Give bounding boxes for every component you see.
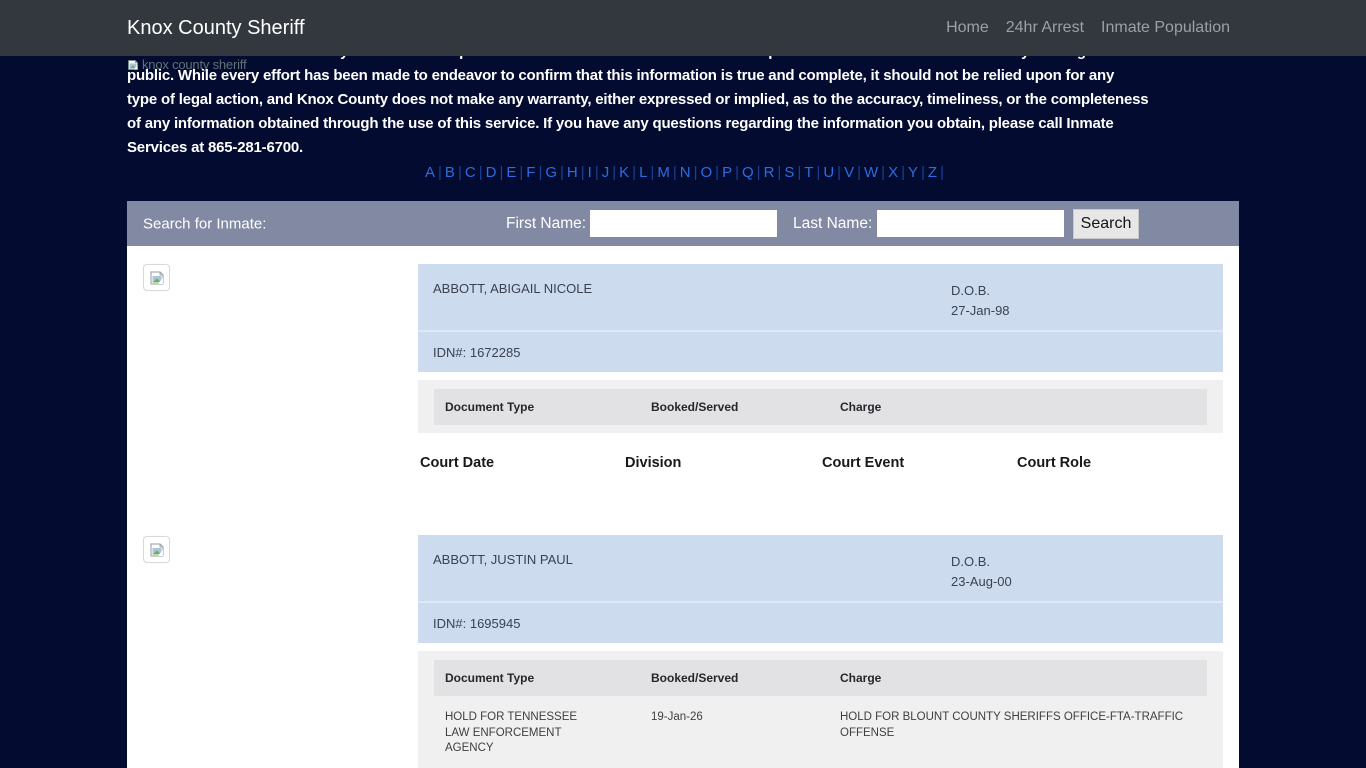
search-button[interactable]: Search: [1073, 209, 1139, 239]
idn-value: IDN#: 1672285: [433, 344, 521, 360]
document-table: Document Type Booked/Served Charge: [418, 380, 1223, 433]
column-charge: Charge: [840, 400, 882, 414]
alphabet-link-x[interactable]: X: [885, 164, 901, 181]
column-booked-served: Booked/Served: [651, 671, 739, 685]
search-title: Search for Inmate:: [143, 215, 267, 232]
first-name-input[interactable]: [590, 210, 777, 237]
alphabet-link-r[interactable]: R: [761, 164, 778, 181]
dob-label: D.O.B.: [951, 283, 991, 298]
alphabet-link-b[interactable]: B: [442, 164, 458, 181]
inmate-idn: IDN#: 1672285: [418, 330, 1223, 372]
dob-value: 23-Aug-00: [951, 574, 1012, 589]
disclaimer-line: type of legal action, and Knox County do…: [127, 91, 1149, 108]
last-name-label: Last Name:: [793, 214, 873, 232]
broken-image-icon: [150, 542, 164, 556]
alphabet-link-e[interactable]: E: [503, 164, 519, 181]
navbar-links: Home 24hr Arrest Inmate Population: [946, 19, 1239, 37]
disclaimer: knox county sheriff DISCLAIMER: The Knox…: [127, 40, 1239, 160]
record-header: ABBOTT, JUSTIN PAUL D.O.B. 23-Aug-00: [418, 535, 1223, 601]
alphabet-link-k[interactable]: K: [616, 164, 632, 181]
cell-booked-served: 19-Jan-26: [651, 711, 703, 723]
alphabet-link-j[interactable]: J: [599, 164, 613, 181]
navbar-brand[interactable]: Knox County Sheriff: [127, 17, 305, 40]
alphabet-link-i[interactable]: I: [585, 164, 595, 181]
nav-link-home[interactable]: Home: [946, 19, 989, 37]
alphabet-link-c[interactable]: C: [462, 164, 479, 181]
column-charge: Charge: [840, 671, 882, 685]
nav-link-inmate-population[interactable]: Inmate Population: [1101, 19, 1230, 37]
disclaimer-line: Services at 865-281-6700.: [127, 139, 303, 156]
table-row: HOLD FOR TENNESSEE LAW ENFORCEMENT AGENC…: [434, 696, 1207, 768]
last-name-input[interactable]: [877, 210, 1064, 237]
alphabet-link-w[interactable]: W: [861, 164, 881, 181]
alphabet-index: A | B | C | D | E | F | G | H | I | J | K | L | M | N | O | P | Q | R | S | T |…: [127, 164, 1239, 183]
alphabet-link-d[interactable]: D: [483, 164, 500, 181]
document-type-value: HOLD FOR TENNESSEE LAW ENFORCEMENT AGENC…: [445, 711, 578, 754]
column-booked-served: Booked/Served: [651, 400, 739, 414]
alphabet-link-g[interactable]: G: [542, 164, 560, 181]
cell-charge: HOLD FOR BLOUNT COUNTY SHERIFFS OFFICE-F…: [840, 711, 1184, 739]
alphabet-link-n[interactable]: N: [677, 164, 694, 181]
idn-value: IDN#: 1695945: [433, 615, 521, 631]
alphabet-link-u[interactable]: U: [820, 164, 837, 181]
alphabet-link-p[interactable]: P: [719, 164, 735, 181]
broken-image-icon: [150, 270, 164, 284]
document-table: Document Type Booked/Served Charge HOLD …: [418, 651, 1223, 768]
alphabet-link-l[interactable]: L: [636, 164, 650, 181]
navbar-container: Knox County Sheriff Home 24hr Arrest Inm…: [127, 0, 1239, 56]
court-table-header: Court Date Division Court Event Court Ro…: [418, 455, 1223, 471]
document-table-header: Document Type Booked/Served Charge: [434, 389, 1207, 425]
disclaimer-line: of any information obtained through the …: [127, 115, 1114, 132]
alphabet-link-o[interactable]: O: [697, 164, 715, 181]
alphabet-link-m[interactable]: M: [654, 164, 673, 181]
first-name-label: First Name:: [506, 214, 587, 232]
inmate-photo-broken-2: [143, 536, 170, 563]
column-court-date: Court Date: [420, 455, 495, 471]
alphabet-link-a[interactable]: A: [422, 164, 438, 181]
inmate-name: ABBOTT, JUSTIN PAUL: [433, 552, 573, 567]
dob-label: D.O.B.: [951, 554, 991, 569]
inmate-idn: IDN#: 1695945: [418, 601, 1223, 643]
alphabet-link-t[interactable]: T: [801, 164, 816, 181]
alphabet-link-q[interactable]: Q: [739, 164, 757, 181]
alphabet-link-z[interactable]: Z: [925, 164, 940, 181]
page-body: knox county sheriff DISCLAIMER: The Knox…: [127, 0, 1239, 768]
inmate-record-2: ABBOTT, JUSTIN PAUL D.O.B. 23-Aug-00 IDN…: [418, 535, 1223, 768]
column-court-role: Court Role: [1017, 455, 1092, 471]
dob-value: 27-Jan-98: [951, 303, 1010, 318]
disclaimer-line: public. While every effort has been made…: [127, 67, 1115, 84]
alphabet-link-h[interactable]: H: [564, 164, 581, 181]
inmate-name: ABBOTT, ABIGAIL NICOLE: [433, 281, 593, 296]
alphabet-link-s[interactable]: S: [781, 164, 797, 181]
column-division: Division: [625, 455, 682, 471]
alphabet-link-f[interactable]: F: [523, 164, 538, 181]
results-area: ABBOTT, ABIGAIL NICOLE D.O.B. 27-Jan-98 …: [127, 246, 1239, 768]
column-court-event: Court Event: [822, 455, 905, 471]
nav-link-24hr-arrest[interactable]: 24hr Arrest: [1006, 19, 1084, 37]
column-document-type: Document Type: [445, 671, 535, 685]
record-header: ABBOTT, ABIGAIL NICOLE D.O.B. 27-Jan-98: [418, 264, 1223, 330]
inmate-photo-broken-1: [143, 264, 170, 291]
records-list: ABBOTT, ABIGAIL NICOLE D.O.B. 27-Jan-98 …: [418, 246, 1223, 768]
alphabet-separator: |: [756, 164, 761, 181]
alphabet-link-y[interactable]: Y: [905, 164, 921, 181]
inmate-dob: D.O.B. 23-Aug-00: [951, 552, 1012, 592]
alphabet-link-v[interactable]: V: [841, 164, 857, 181]
column-document-type: Document Type: [445, 400, 535, 414]
inmate-dob: D.O.B. 27-Jan-98: [951, 281, 1010, 321]
alphabet-separator: |: [940, 164, 944, 181]
document-table-header: Document Type Booked/Served Charge: [434, 660, 1207, 696]
inmate-record-1: ABBOTT, ABIGAIL NICOLE D.O.B. 27-Jan-98 …: [418, 264, 1223, 471]
cell-document-type: HOLD FOR TENNESSEE LAW ENFORCEMENT AGENC…: [434, 710, 640, 757]
navbar: Knox County Sheriff Home 24hr Arrest Inm…: [0, 0, 1366, 56]
inmate-search-bar: Search for Inmate: First Name: Last Name…: [127, 201, 1239, 246]
alphabet-separator: |: [478, 164, 483, 181]
